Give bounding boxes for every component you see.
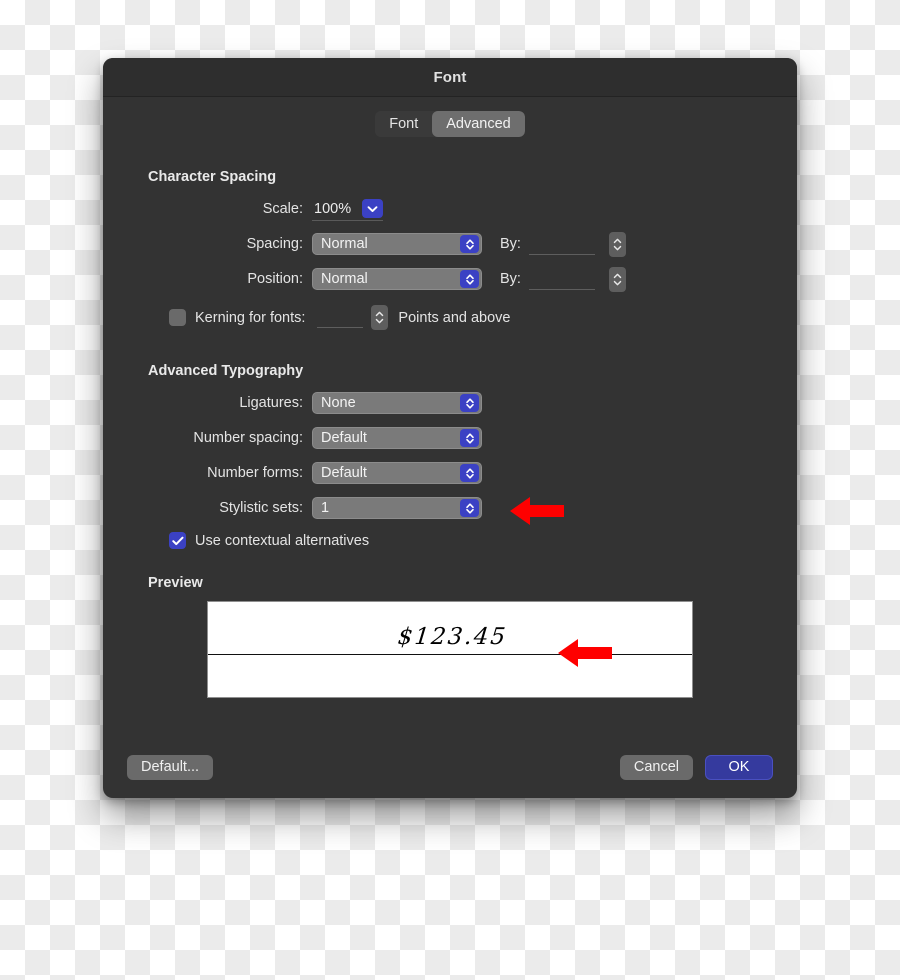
label-kerning: Kerning for fonts: xyxy=(195,309,306,326)
row-spacing: Spacing: Normal By: xyxy=(148,231,752,257)
tab-advanced[interactable]: Advanced xyxy=(432,111,525,137)
row-contextual-alternates: Use contextual alternatives xyxy=(169,532,752,549)
number-forms-value: Default xyxy=(321,465,367,481)
preview-sample-text: $123.45 xyxy=(396,624,509,650)
number-forms-popup-button[interactable]: Default xyxy=(312,462,482,484)
scale-combobox[interactable]: 100% xyxy=(312,198,383,221)
segmented-tab-control: Font Advanced xyxy=(375,111,525,137)
ok-button[interactable]: OK xyxy=(705,754,773,780)
ligatures-popup-button[interactable]: None xyxy=(312,392,482,414)
section-heading-character-spacing: Character Spacing xyxy=(148,169,277,185)
kerning-points-stepper[interactable] xyxy=(371,305,389,330)
label-spacing: Spacing: xyxy=(246,236,303,252)
label-scale: Scale: xyxy=(262,201,303,217)
label-spacing-by: By: xyxy=(500,236,521,252)
chevron-up-down-icon xyxy=(460,235,479,253)
dialog-footer: Default... Cancel OK xyxy=(103,736,797,798)
position-value: Normal xyxy=(321,271,368,287)
spacing-value: Normal xyxy=(321,236,368,252)
label-position-by: By: xyxy=(500,271,521,287)
stylistic-sets-value: 1 xyxy=(321,500,330,516)
kerning-points-input[interactable] xyxy=(317,307,364,328)
number-spacing-popup-button[interactable]: Default xyxy=(312,427,482,449)
dialog-content: Character Spacing Scale: 100% Spacing: N… xyxy=(103,137,797,698)
row-number-forms: Number forms: Default xyxy=(148,461,752,485)
position-by-input[interactable] xyxy=(528,269,595,290)
label-ligatures: Ligatures: xyxy=(239,395,303,411)
font-preview-box: $123.45 xyxy=(207,601,693,698)
label-number-forms: Number forms: xyxy=(207,465,303,481)
window-titlebar: Font xyxy=(103,58,797,97)
position-by-stepper[interactable] xyxy=(608,266,626,292)
spacing-popup-button[interactable]: Normal xyxy=(312,233,482,255)
label-kerning-suffix: Points and above xyxy=(398,309,511,326)
chevron-up-down-icon xyxy=(460,499,479,517)
row-stylistic-sets: Stylistic sets: 1 xyxy=(148,496,752,520)
kerning-checkbox[interactable] xyxy=(169,309,186,326)
row-scale: Scale: 100% xyxy=(148,197,752,221)
chevron-up-down-icon xyxy=(460,429,479,447)
row-kerning: Kerning for fonts: Points and above xyxy=(169,305,752,330)
row-position: Position: Normal By: xyxy=(148,266,752,292)
label-stylistic-sets: Stylistic sets: xyxy=(219,500,303,516)
preview-baseline-rule xyxy=(208,654,692,655)
chevron-up-down-icon xyxy=(460,394,479,412)
contextual-alternates-checkbox[interactable] xyxy=(169,532,186,549)
label-contextual-alternates: Use contextual alternatives xyxy=(195,532,370,549)
tab-bar: Font Advanced xyxy=(103,97,797,137)
section-heading-preview: Preview xyxy=(148,575,203,591)
spacing-by-input[interactable] xyxy=(528,234,595,255)
number-spacing-value: Default xyxy=(321,430,367,446)
section-heading-advanced-typography: Advanced Typography xyxy=(148,363,304,379)
position-popup-button[interactable]: Normal xyxy=(312,268,482,290)
row-ligatures: Ligatures: None xyxy=(148,391,752,415)
row-number-spacing: Number spacing: Default xyxy=(148,426,752,450)
cancel-button[interactable]: Cancel xyxy=(619,754,693,780)
kerning-value-group: Points and above xyxy=(317,305,510,330)
ligatures-value: None xyxy=(321,395,356,411)
chevron-down-icon[interactable] xyxy=(362,199,383,218)
chevron-up-down-icon xyxy=(460,270,479,288)
window-title: Font xyxy=(433,68,467,86)
tab-font[interactable]: Font xyxy=(375,111,433,137)
font-dialog-window: Font Font Advanced Character Spacing Sca… xyxy=(103,58,797,798)
label-number-spacing: Number spacing: xyxy=(193,430,303,446)
label-position: Position: xyxy=(247,271,303,287)
default-button[interactable]: Default... xyxy=(127,754,214,780)
scale-value: 100% xyxy=(314,200,352,217)
chevron-up-down-icon xyxy=(460,464,479,482)
stylistic-sets-popup-button[interactable]: 1 xyxy=(312,497,482,519)
spacing-by-stepper[interactable] xyxy=(608,231,626,257)
